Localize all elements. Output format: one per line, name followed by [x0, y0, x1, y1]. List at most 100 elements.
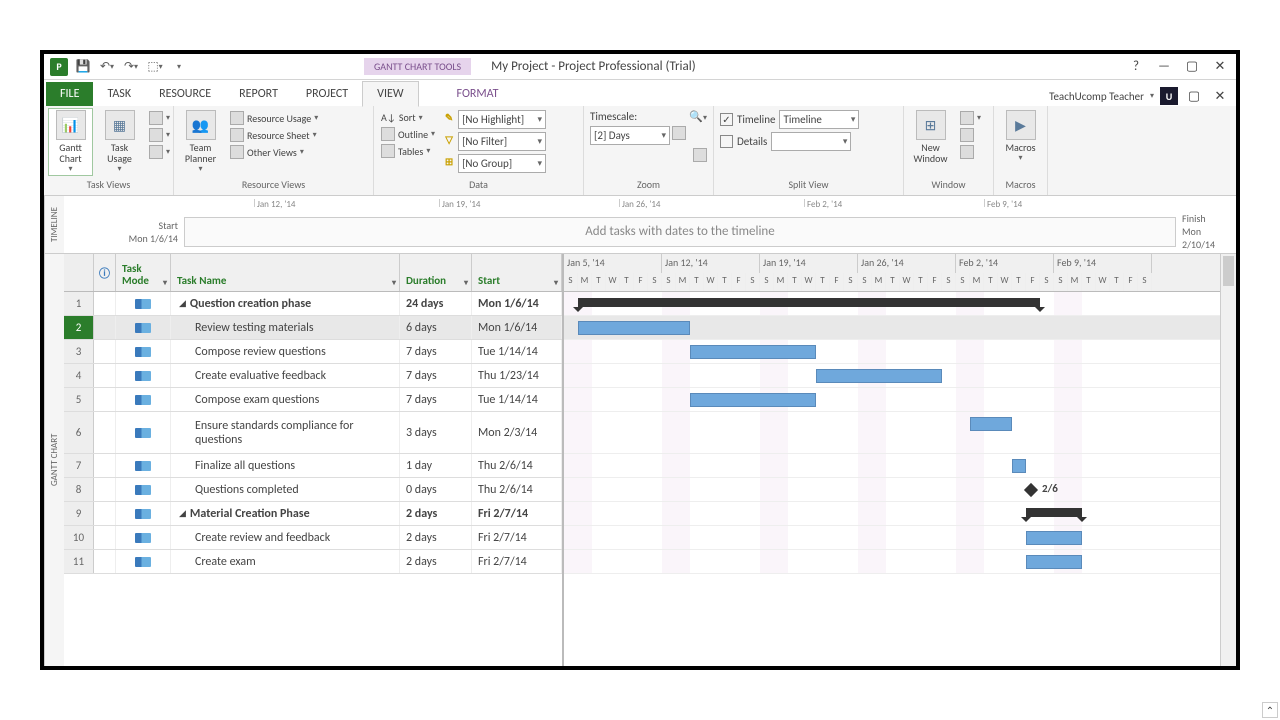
- row-number[interactable]: 6: [64, 412, 94, 453]
- row-number[interactable]: 11: [64, 550, 94, 573]
- task-name: Ensure standards compliance for question…: [195, 419, 393, 447]
- details-label: Details: [737, 135, 767, 148]
- gantt-bar[interactable]: [1026, 508, 1082, 517]
- col-mode[interactable]: Task Mode▾: [116, 254, 171, 291]
- gantt-bar[interactable]: [690, 393, 816, 407]
- task-start: Thu 2/6/14: [472, 478, 562, 501]
- save-icon[interactable]: 💾: [74, 58, 92, 76]
- file-tab[interactable]: FILE: [46, 82, 93, 106]
- task-mode-icon: [135, 461, 151, 471]
- help-icon[interactable]: ?: [1126, 57, 1146, 77]
- table-row[interactable]: 11Create exam2 daysFri 2/7/14: [64, 550, 562, 574]
- zoom-entire-icon[interactable]: [672, 126, 686, 140]
- close-button[interactable]: ✕: [1210, 57, 1230, 77]
- tables-button[interactable]: Tables ▾: [378, 143, 438, 159]
- table-row[interactable]: 3Compose review questions7 daysTue 1/14/…: [64, 340, 562, 364]
- collapse-ribbon-button[interactable]: ⌃: [1262, 702, 1278, 718]
- group-combo[interactable]: [No Group]: [458, 154, 546, 173]
- hide-window-icon[interactable]: [957, 144, 984, 160]
- row-number[interactable]: 4: [64, 364, 94, 387]
- row-number[interactable]: 1: [64, 292, 94, 315]
- tab-resource[interactable]: RESOURCE: [145, 82, 225, 106]
- task-name: Material Creation Phase: [190, 507, 310, 521]
- zoom-slider-icon[interactable]: 🔍▾: [689, 110, 707, 123]
- table-row[interactable]: 5Compose exam questions7 daysTue 1/14/14: [64, 388, 562, 412]
- arrange-all-icon[interactable]: [957, 127, 984, 143]
- table-row[interactable]: 9◢Material Creation Phase2 daysFri 2/7/1…: [64, 502, 562, 526]
- minimize-button[interactable]: —: [1154, 57, 1174, 77]
- other-views-button[interactable]: Other Views ▾: [227, 144, 321, 160]
- zoom-selected-icon[interactable]: [693, 148, 707, 162]
- timeline-bar[interactable]: Add tasks with dates to the timeline: [184, 217, 1176, 247]
- doc-restore-button[interactable]: ▢: [1184, 86, 1204, 106]
- resource-sheet-button[interactable]: Resource Sheet ▾: [227, 127, 321, 143]
- row-number[interactable]: 7: [64, 454, 94, 477]
- outline-button[interactable]: Outline ▾: [378, 126, 438, 142]
- table-row[interactable]: 4Create evaluative feedback7 daysThu 1/2…: [64, 364, 562, 388]
- switch-windows-icon[interactable]: ▾: [957, 110, 984, 126]
- user-name[interactable]: TeachUcomp Teacher: [1049, 90, 1144, 103]
- calendar-view-icon[interactable]: ▾: [146, 127, 173, 143]
- tab-format[interactable]: FORMAT: [443, 82, 513, 106]
- tab-report[interactable]: REPORT: [225, 82, 292, 106]
- gantt-chart: Jan 5, '14Jan 12, '14Jan 19, '14Jan 26, …: [564, 254, 1220, 666]
- col-name[interactable]: Task Name▾: [171, 254, 400, 291]
- gantt-bar[interactable]: [578, 298, 1040, 307]
- row-number[interactable]: 3: [64, 340, 94, 363]
- user-avatar[interactable]: U: [1160, 87, 1178, 105]
- group-icon: ⊞: [442, 154, 456, 168]
- macros-button[interactable]: ▶Macros▾: [998, 108, 1043, 165]
- restore-button[interactable]: ▢: [1182, 57, 1202, 77]
- touch-mode-icon[interactable]: ⬚▾: [146, 58, 164, 76]
- table-row[interactable]: 6 Ensure standards compliance for questio…: [64, 412, 562, 454]
- table-row[interactable]: 1◢Question creation phase24 daysMon 1/6/…: [64, 292, 562, 316]
- table-row[interactable]: 10Create review and feedback2 daysFri 2/…: [64, 526, 562, 550]
- row-number[interactable]: 9: [64, 502, 94, 525]
- resource-usage-button[interactable]: Resource Usage ▾: [227, 110, 321, 126]
- doc-close-button[interactable]: ✕: [1210, 86, 1230, 106]
- gantt-wrap: GANTT CHART ⓘ Task Mode▾ Task Name▾ Dura…: [44, 254, 1236, 666]
- table-row[interactable]: 8Questions completed0 daysThu 2/6/14: [64, 478, 562, 502]
- timeline-view-combo[interactable]: Timeline: [779, 110, 859, 129]
- details-checkbox[interactable]: [720, 135, 733, 148]
- redo-icon[interactable]: ↷▾: [122, 58, 140, 76]
- highlight-combo[interactable]: [No Highlight]: [458, 110, 546, 129]
- task-start: Fri 2/7/14: [472, 550, 562, 573]
- timeline-side-label: TIMELINE: [44, 196, 64, 253]
- network-diagram-icon[interactable]: ▾: [146, 110, 173, 126]
- gantt-bar[interactable]: [970, 417, 1012, 431]
- gantt-bar[interactable]: [1026, 555, 1082, 569]
- vertical-scrollbar[interactable]: [1220, 254, 1236, 666]
- col-start[interactable]: Start▾: [472, 254, 562, 291]
- table-row[interactable]: 7Finalize all questions1 dayThu 2/6/14: [64, 454, 562, 478]
- gantt-bar[interactable]: [690, 345, 816, 359]
- gantt-bar[interactable]: [816, 369, 942, 383]
- undo-icon[interactable]: ↶▾: [98, 58, 116, 76]
- gantt-bar[interactable]: [578, 321, 690, 335]
- gantt-bar[interactable]: [1026, 531, 1082, 545]
- tab-project[interactable]: PROJECT: [292, 82, 362, 106]
- col-info[interactable]: ⓘ: [94, 254, 116, 291]
- timescale-combo[interactable]: [2] Days: [590, 126, 670, 145]
- new-window-button[interactable]: ⊞New Window: [908, 108, 953, 166]
- table-row[interactable]: 2Review testing materials6 daysMon 1/6/1…: [64, 316, 562, 340]
- filter-combo[interactable]: [No Filter]: [458, 132, 546, 151]
- task-start: Tue 1/14/14: [472, 340, 562, 363]
- other-task-views-icon[interactable]: ▾: [146, 144, 173, 160]
- task-mode-icon: [135, 533, 151, 543]
- sort-button[interactable]: A↓ Sort ▾: [378, 110, 438, 125]
- row-number[interactable]: 10: [64, 526, 94, 549]
- gantt-bar[interactable]: [1012, 459, 1026, 473]
- row-number[interactable]: 5: [64, 388, 94, 411]
- row-number[interactable]: 2: [64, 316, 94, 339]
- tab-task[interactable]: TASK: [93, 82, 145, 106]
- team-planner-button[interactable]: 👥Team Planner▾: [178, 108, 223, 176]
- task-usage-button[interactable]: ▦Task Usage▾: [97, 108, 142, 176]
- task-duration: 1 day: [400, 454, 472, 477]
- col-duration[interactable]: Duration▾: [400, 254, 472, 291]
- gantt-chart-button[interactable]: 📊Gantt Chart▾: [48, 108, 93, 176]
- tab-view[interactable]: VIEW: [362, 81, 418, 107]
- timeline-checkbox[interactable]: ✓: [720, 113, 733, 126]
- row-number[interactable]: 8: [64, 478, 94, 501]
- customize-qat-icon[interactable]: ▾: [170, 58, 188, 76]
